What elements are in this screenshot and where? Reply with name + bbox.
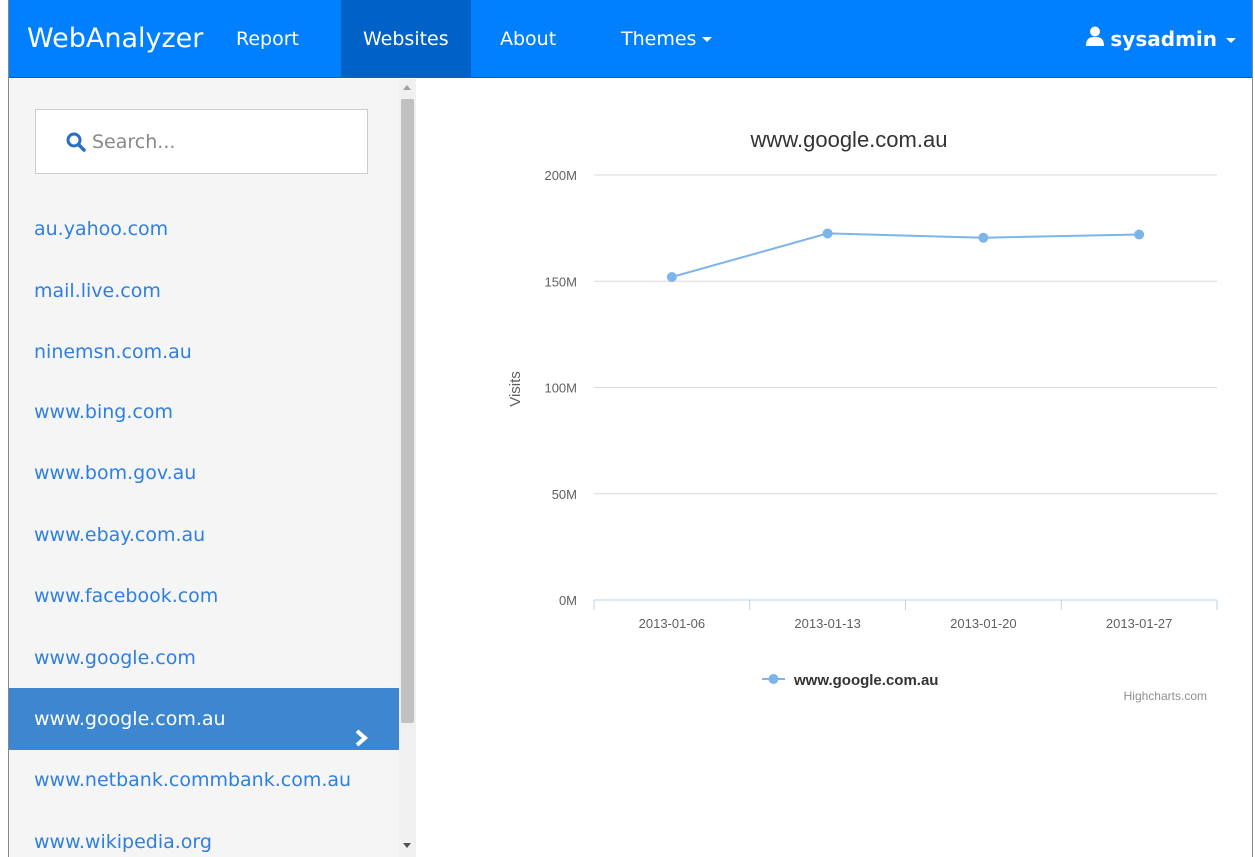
sidebar-item-facebook[interactable]: www.facebook.com <box>9 565 399 627</box>
legend-marker-icon <box>768 674 779 684</box>
nav-about[interactable]: About <box>478 0 578 78</box>
caret-down-icon <box>702 37 713 42</box>
caret-down-icon <box>1226 38 1236 43</box>
y-tick-label: 50M <box>552 487 577 502</box>
data-point[interactable] <box>666 272 677 282</box>
sidebar-item-ninemsn[interactable]: ninemsn.com.au <box>9 321 399 383</box>
scroll-up-icon[interactable] <box>403 85 411 90</box>
app-window: WebAnalyzer Report Websites About Themes… <box>8 0 1253 857</box>
y-tick-label: 100M <box>544 381 577 396</box>
x-tick-label: 2013-01-27 <box>1106 616 1173 631</box>
sidebar-item-ebay[interactable]: www.ebay.com.au <box>9 504 399 566</box>
y-tick-label: 150M <box>544 274 577 289</box>
legend-label: www.google.com.au <box>793 672 938 689</box>
nav-themes[interactable]: Themes <box>599 0 734 78</box>
y-tick-labels: 0M 50M 100M 150M 200M <box>544 168 577 608</box>
sidebar-item-label: www.google.com.au <box>34 708 226 730</box>
search-box[interactable] <box>35 109 368 174</box>
y-tick-label: 200M <box>544 168 577 183</box>
visits-line-chart: www.google.com.au Visits 0M 50M 100M 150M 20… <box>507 127 1218 703</box>
series-group <box>666 228 1145 282</box>
y-axis-label: Visits <box>507 371 524 407</box>
user-menu[interactable]: sysadmin <box>1086 0 1236 78</box>
search-icon <box>66 132 86 157</box>
y-tick-label: 0M <box>559 593 577 608</box>
sidebar-item-wikipedia[interactable]: www.wikipedia.org <box>9 811 399 857</box>
data-point[interactable] <box>1134 229 1145 240</box>
data-point[interactable] <box>978 232 989 243</box>
x-tick-label: 2013-01-06 <box>639 616 706 631</box>
data-point[interactable] <box>822 228 833 239</box>
navbar: WebAnalyzer Report Websites About Themes… <box>9 0 1252 78</box>
user-icon <box>1086 0 1105 78</box>
username: sysadmin <box>1110 27 1217 51</box>
grid-lines <box>594 174 1217 495</box>
x-axis: 2013-01-06 2013-01-13 2013-01-20 2013-01-27 <box>593 599 1218 631</box>
chart-credits[interactable]: Highcharts.com <box>1124 689 1207 703</box>
series-line <box>671 232 1140 278</box>
sidebar-item-mail-live[interactable]: mail.live.com <box>9 260 399 322</box>
chart-container: www.google.com.au Visits 0M 50M 100M 150M 20… <box>417 79 1252 719</box>
brand-logo[interactable]: WebAnalyzer <box>27 0 203 78</box>
sidebar-item-au-yahoo[interactable]: au.yahoo.com <box>9 198 399 260</box>
legend[interactable]: www.google.com.au <box>762 672 938 689</box>
x-tick-label: 2013-01-13 <box>794 616 861 631</box>
x-tick-label: 2013-01-20 <box>950 616 1017 631</box>
sidebar-item-bing[interactable]: www.bing.com <box>9 381 399 443</box>
chart-title: www.google.com.au <box>750 127 948 152</box>
sidebar: au.yahoo.com mail.live.com ninemsn.com.a… <box>9 79 416 857</box>
nav-themes-label: Themes <box>621 28 697 50</box>
sidebar-item-google-com[interactable]: www.google.com <box>9 627 399 689</box>
scroll-thumb[interactable] <box>401 99 414 723</box>
sidebar-item-netbank[interactable]: www.netbank.commbank.com.au <box>9 749 399 811</box>
sidebar-scrollbar[interactable] <box>399 79 416 857</box>
nav-report[interactable]: Report <box>214 0 321 78</box>
sidebar-item-google-com-au[interactable]: www.google.com.au <box>9 688 399 750</box>
scroll-down-icon[interactable] <box>403 843 411 848</box>
sidebar-item-bom[interactable]: www.bom.gov.au <box>9 442 399 504</box>
search-input[interactable] <box>92 110 352 173</box>
nav-websites[interactable]: Websites <box>341 0 471 78</box>
